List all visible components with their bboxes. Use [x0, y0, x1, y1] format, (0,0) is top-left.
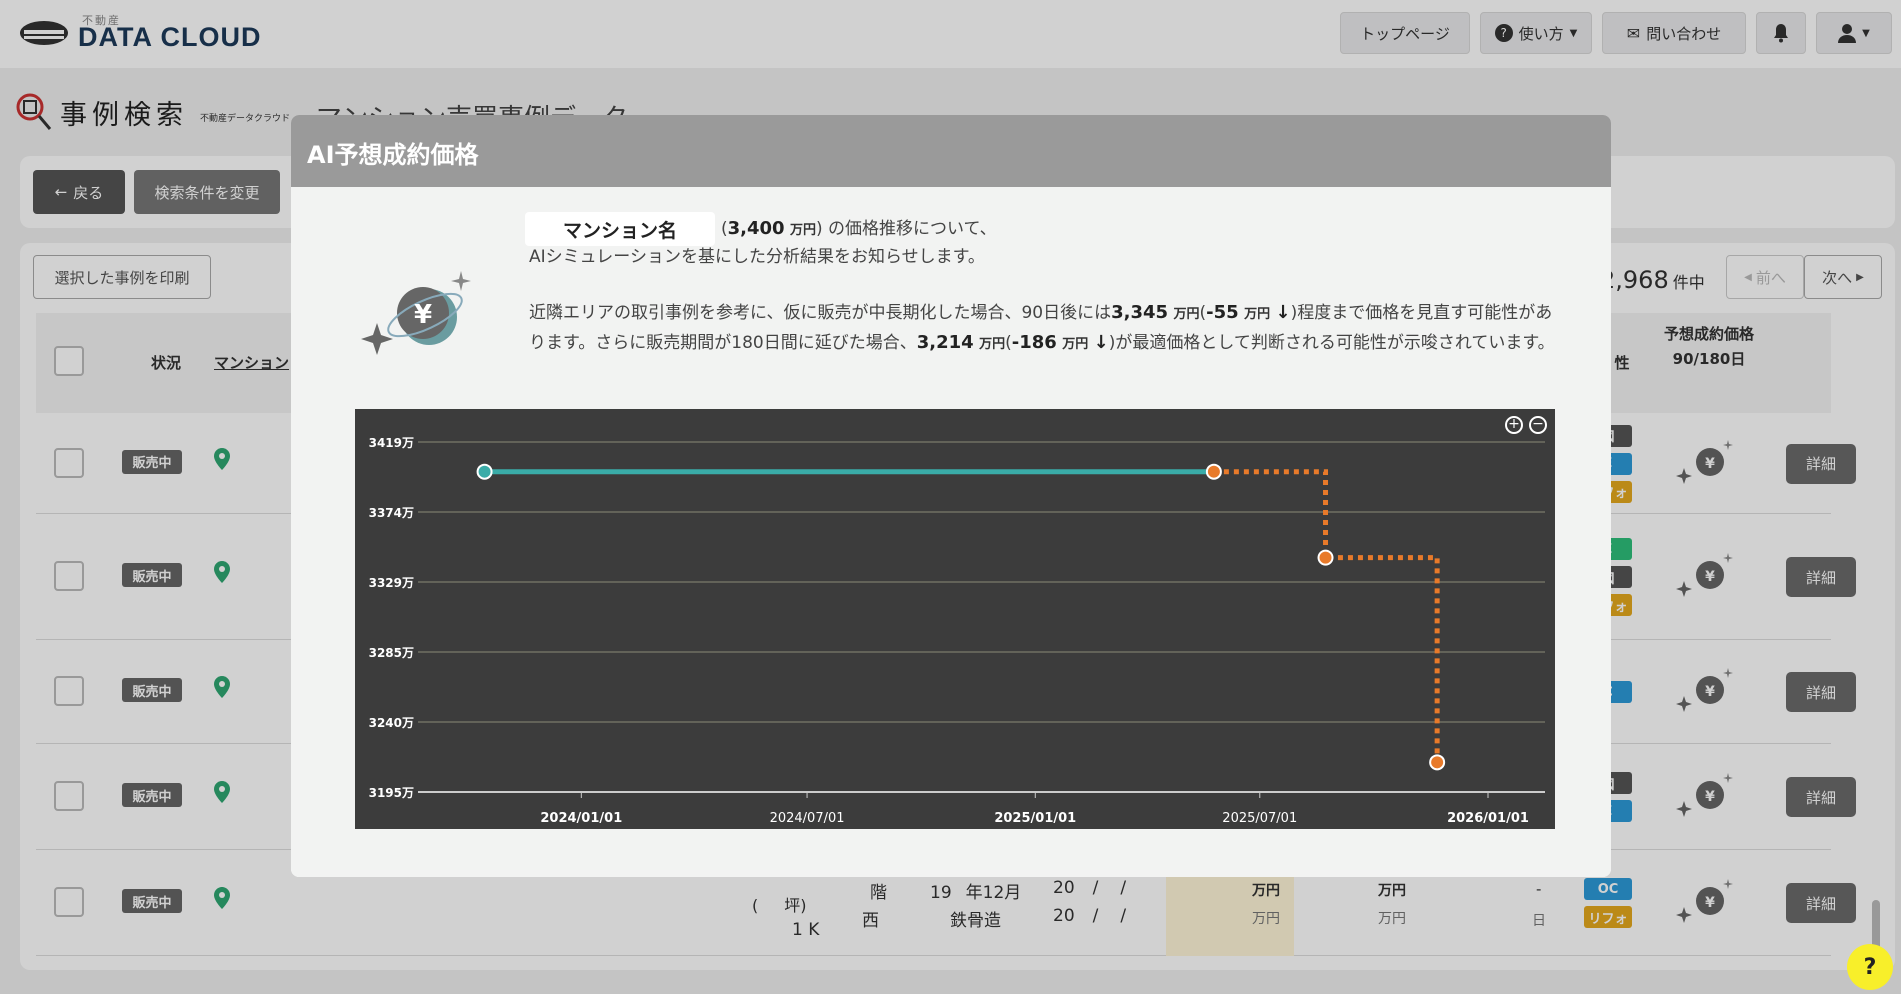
question-icon: ?	[1863, 954, 1877, 980]
y-tick-label: 3419万	[369, 436, 414, 450]
y-tick-label: 3195万	[369, 786, 414, 800]
diff-180-unit: 万円	[1062, 337, 1089, 352]
price-180: 3,214	[916, 332, 974, 353]
forecast-line	[1213, 469, 1440, 763]
price-180-unit: 万円	[979, 337, 1006, 352]
forecast-point	[1317, 549, 1334, 566]
diff-90-unit: 万円	[1244, 307, 1271, 322]
price-forecast-chart: 3419万 3374万 3329万 3285万 3240万 3195万 2024/01/01…	[355, 409, 1555, 829]
ai-coin-icon: ¥	[359, 267, 479, 367]
summary-line-2: AIシミュレーションを基にした分析結果をお知らせします。	[529, 247, 985, 267]
arrow-down-icon: ↓	[1093, 332, 1109, 353]
forecast-paragraph: 近隣エリアの取引事例を参考に、仮に販売が中長期化した場合、90日後には3,345…	[529, 302, 1555, 353]
y-tick-label: 3285万	[369, 646, 414, 660]
history-point	[476, 463, 493, 480]
current-price: 3,400	[727, 218, 785, 239]
y-tick-label: 3374万	[369, 506, 414, 520]
modal-title: AI予想成約価格	[307, 141, 479, 169]
svg-text:¥: ¥	[414, 300, 432, 330]
forecast-text-a: 近隣エリアの取引事例を参考に、仮に販売が中長期化した場合、90日後には	[529, 303, 1112, 323]
forecast-point	[1205, 463, 1222, 480]
y-tick-label: 3240万	[369, 716, 414, 730]
x-tick-label: 2026/01/01	[1447, 811, 1529, 826]
x-tick-label: 2025/07/01	[1222, 811, 1297, 826]
zoom-out-icon[interactable]: −	[1529, 416, 1547, 434]
summary-line-1: (3,400 万円) の価格推移について、	[721, 218, 997, 239]
modal-header	[291, 115, 1611, 187]
x-tick-label: 2024/07/01	[770, 811, 845, 826]
arrow-down-icon: ↓	[1275, 302, 1291, 323]
price-90: 3,345	[1111, 302, 1169, 323]
current-price-unit: 万円	[789, 223, 816, 238]
chart-svg: 3419万 3374万 3329万 3285万 3240万 3195万 2024/01/01…	[369, 436, 1545, 826]
summary-text-1: の価格推移について、	[828, 219, 997, 239]
x-tick-label: 2025/01/01	[994, 811, 1076, 826]
x-tick-label: 2024/01/01	[540, 811, 622, 826]
diff-90: -55	[1206, 302, 1239, 323]
forecast-text-c: が最適価格として判断される可能性が示唆されています。	[1115, 333, 1555, 353]
price-90-unit: 万円	[1173, 307, 1200, 322]
ai-price-modal: AI予想成約価格 ¥ マンション名 (3,400 万円) の価格推移について、 …	[291, 115, 1611, 877]
help-button[interactable]: ?	[1847, 944, 1893, 990]
forecast-point	[1429, 754, 1446, 771]
diff-180: -186	[1011, 332, 1057, 353]
mansion-name-label: マンション名	[525, 212, 715, 246]
zoom-in-icon[interactable]: +	[1505, 416, 1523, 434]
y-tick-label: 3329万	[369, 576, 414, 590]
